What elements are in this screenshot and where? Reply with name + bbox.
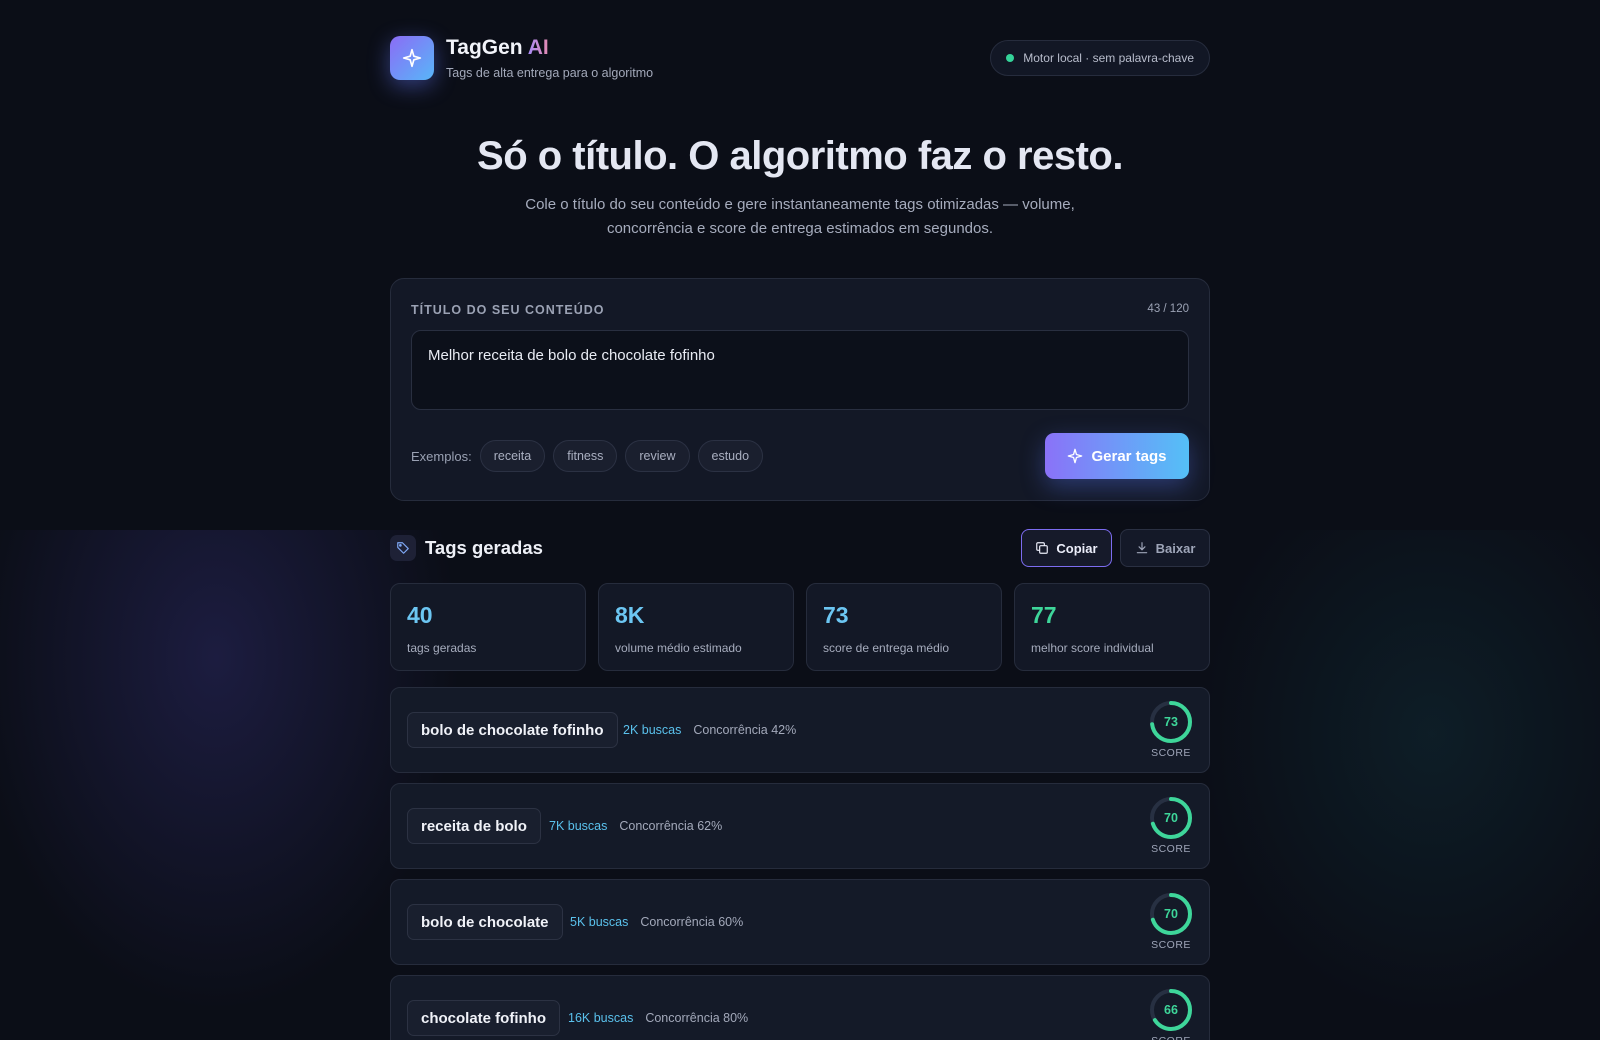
stat-label: melhor score individual — [1031, 641, 1154, 655]
example-chip-estudo[interactable]: estudo — [697, 440, 764, 472]
copy-label: Copiar — [1056, 540, 1098, 556]
score-indicator: 73 SCORE — [1149, 700, 1193, 759]
brand: TagGen AI Tags de alta entrega para o al… — [446, 36, 653, 80]
score-indicator: 70 SCORE — [1149, 892, 1193, 951]
tag-row[interactable]: bolo de chocolate 5K buscas Concorrência… — [390, 879, 1210, 965]
brand-subtitle: Tags de alta entrega para o algoritmo — [446, 66, 654, 80]
tag-competition: Concorrência 62% — [619, 819, 723, 833]
examples-label: Exemplos: — [411, 448, 472, 464]
download-label: Baixar — [1155, 540, 1196, 556]
title-input-label: TÍTULO DO SEU CONTEÚDO — [411, 303, 605, 317]
example-chip-fitness[interactable]: fitness — [553, 440, 618, 472]
stat-label: volume médio estimado — [615, 641, 742, 655]
score-ring: 70 — [1149, 796, 1193, 840]
examples-row: Exemplos: receita fitness review estudo — [411, 440, 771, 472]
stat-label: tags geradas — [407, 641, 477, 655]
results-title: Tags geradas — [425, 537, 543, 558]
brand-name: TagGen AI — [446, 36, 653, 60]
tag-meta: 7K buscas Concorrência 62% — [549, 819, 722, 833]
stat-value: 73 — [823, 602, 849, 628]
tag-pill[interactable]: bolo de chocolate — [407, 904, 563, 940]
sparkle-icon — [390, 36, 434, 80]
tag-meta: 5K buscas Concorrência 60% — [570, 915, 743, 929]
app-header: TagGen AI Tags de alta entrega para o al… — [390, 36, 1210, 82]
stat-value: 40 — [407, 602, 433, 628]
sparkle-icon — [1068, 448, 1083, 464]
stat-card-avg-score: 73 score de entrega médio — [806, 583, 1002, 671]
copy-icon — [1036, 542, 1049, 554]
tag-row[interactable]: bolo de chocolate fofinho 2K buscas Conc… — [390, 687, 1210, 773]
tag-competition: Concorrência 80% — [645, 1011, 749, 1025]
page-title: Só o título. O algoritmo faz o resto. — [477, 134, 1123, 178]
stat-value: 77 — [1031, 602, 1057, 628]
score-ring: 73 — [1149, 700, 1193, 744]
tag-searches: 2K buscas — [623, 723, 682, 737]
tag-row[interactable]: receita de bolo 7K buscas Concorrência 6… — [390, 783, 1210, 869]
tag-pill[interactable]: chocolate fofinho — [407, 1000, 560, 1036]
score-label: SCORE — [1151, 747, 1191, 759]
status-dot-icon — [1006, 54, 1015, 62]
score-indicator: 70 SCORE — [1149, 796, 1193, 855]
stat-label: score de entrega médio — [823, 641, 950, 655]
tag-searches: 5K buscas — [570, 915, 629, 929]
tag-competition: Concorrência 42% — [693, 723, 797, 737]
stat-card-avg-volume: 8K volume médio estimado — [598, 583, 794, 671]
status-badge: Motor local · sem palavra-chave — [990, 40, 1210, 76]
example-chip-review[interactable]: review — [625, 440, 690, 472]
brand-ai: AI — [527, 36, 549, 59]
stat-value: 8K — [615, 602, 645, 628]
copy-button[interactable]: Copiar — [1021, 529, 1112, 567]
stat-card-best-score: 77 melhor score individual — [1014, 583, 1210, 671]
score-value: 66 — [1164, 1003, 1178, 1017]
stat-card-total-tags: 40 tags geradas — [390, 583, 586, 671]
hero: Só o título. O algoritmo faz o resto. Co… — [390, 134, 1210, 241]
tag-list: bolo de chocolate fofinho 2K buscas Conc… — [390, 687, 1210, 1040]
page-description: Cole o título do seu conteúdo e gere ins… — [525, 196, 1075, 237]
char-counter: 43 / 120 — [1147, 303, 1189, 315]
score-label: SCORE — [1151, 939, 1191, 951]
example-chip-receita[interactable]: receita — [479, 440, 546, 472]
generate-tags-button[interactable]: Gerar tags — [1045, 433, 1189, 479]
generate-tags-label: Gerar tags — [1091, 447, 1167, 465]
stats-row: 40 tags geradas 8K volume médio estimado… — [390, 583, 1210, 671]
tag-searches: 16K buscas — [568, 1011, 634, 1025]
tag-meta: 16K buscas Concorrência 80% — [568, 1011, 748, 1025]
score-indicator: 66 SCORE — [1149, 988, 1193, 1040]
score-label: SCORE — [1151, 843, 1191, 855]
tag-row[interactable]: chocolate fofinho 16K buscas Concorrênci… — [390, 975, 1210, 1040]
tag-searches: 7K buscas — [549, 819, 608, 833]
score-value: 73 — [1164, 715, 1178, 729]
score-label: SCORE — [1143, 1035, 1199, 1040]
download-button[interactable]: Baixar — [1120, 529, 1210, 567]
score-value: 70 — [1164, 811, 1178, 825]
tag-competition: Concorrência 60% — [640, 915, 744, 929]
results-header: Tags geradas Copiar Baixar — [390, 528, 1210, 568]
tag-icon — [390, 535, 416, 561]
score-ring: 66 — [1149, 988, 1193, 1032]
score-value: 70 — [1164, 907, 1178, 921]
score-ring: 70 — [1149, 892, 1193, 936]
tag-pill[interactable]: bolo de chocolate fofinho — [407, 712, 618, 748]
title-textarea[interactable]: Melhor receita de bolo de chocolate fofi… — [411, 330, 1189, 410]
status-text: Motor local · sem palavra-chave — [1023, 51, 1194, 65]
tag-meta: 2K buscas Concorrência 42% — [623, 723, 796, 737]
download-icon — [1136, 542, 1147, 554]
tag-pill[interactable]: receita de bolo — [407, 808, 541, 844]
brand-name-text: TagGen — [446, 36, 523, 59]
title-input-card: TÍTULO DO SEU CONTEÚDO 43 / 120 Melhor r… — [390, 278, 1210, 501]
